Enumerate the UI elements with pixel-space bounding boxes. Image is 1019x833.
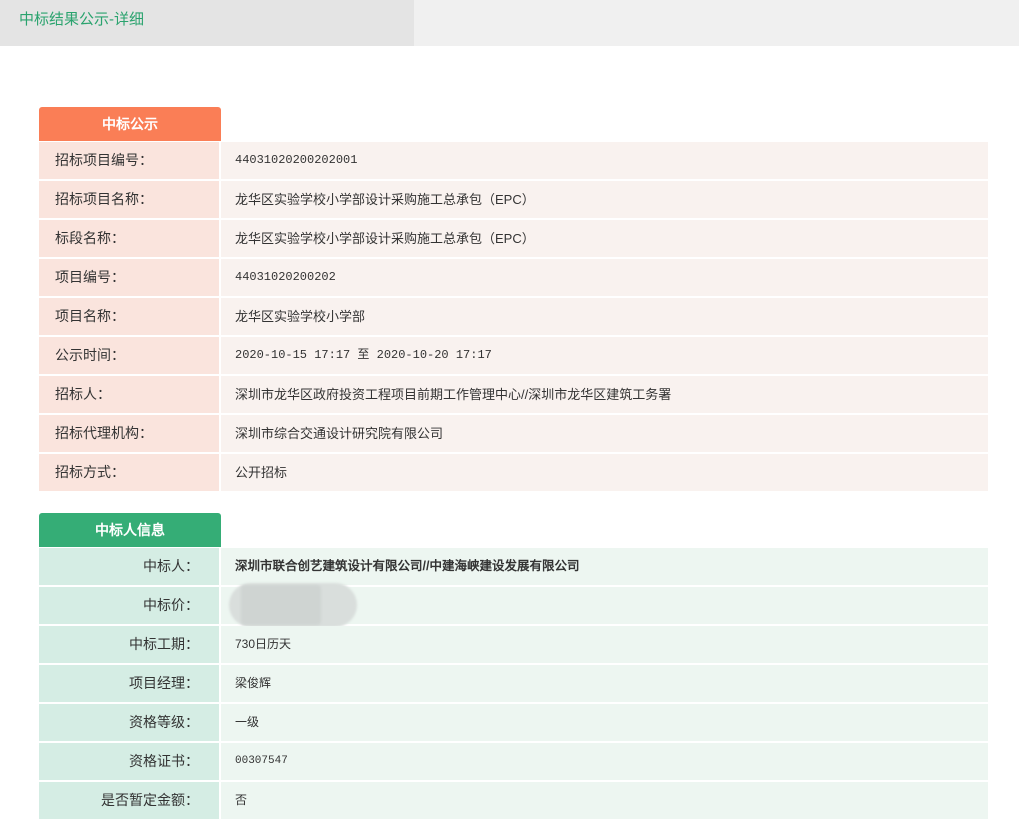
field-label: 资格证书： — [39, 743, 219, 780]
table-row: 中标价： — [39, 583, 988, 627]
field-value: 44031020200202001 — [221, 142, 988, 179]
field-label: 招标代理机构： — [39, 415, 219, 452]
table-row: 招标代理机构： 深圳市综合交通设计研究院有限公司 — [39, 415, 988, 452]
field-value: 00307547 — [221, 743, 988, 780]
field-value: 一级 — [221, 704, 988, 741]
field-label: 招标项目名称： — [39, 181, 219, 218]
section-header-winner-info: 中标人信息 — [39, 513, 221, 547]
redaction-blur — [241, 585, 321, 625]
section-header-award-notice: 中标公示 — [39, 107, 221, 141]
field-value: 深圳市联合创艺建筑设计有限公司//中建海峡建设发展有限公司 — [221, 548, 988, 585]
tab-detail[interactable]: 中标结果公示-详细 — [0, 0, 414, 46]
field-label: 资格等级： — [39, 704, 219, 741]
field-label: 招标人： — [39, 376, 219, 413]
table-row: 招标方式： 公开招标 — [39, 454, 988, 491]
page-title: 中标结果公示-详细 — [19, 11, 144, 28]
field-label: 项目编号： — [39, 259, 219, 296]
table-row: 项目名称： 龙华区实验学校小学部 — [39, 298, 988, 335]
field-value: 44031020200202 — [221, 259, 988, 296]
table-row: 是否暂定金额： 否 — [39, 782, 988, 819]
table-row: 项目经理： 梁俊辉 — [39, 665, 988, 702]
table-row: 中标人： 深圳市联合创艺建筑设计有限公司//中建海峡建设发展有限公司 — [39, 548, 988, 585]
table-row: 中标工期： 730日历天 — [39, 626, 988, 663]
field-value: 深圳市综合交通设计研究院有限公司 — [221, 415, 988, 452]
field-label: 是否暂定金额： — [39, 782, 219, 819]
table-row: 招标人： 深圳市龙华区政府投资工程项目前期工作管理中心//深圳市龙华区建筑工务署 — [39, 376, 988, 413]
field-value: 梁俊辉 — [221, 665, 988, 702]
field-value: 龙华区实验学校小学部设计采购施工总承包（EPC） — [221, 220, 988, 257]
field-value: 龙华区实验学校小学部 — [221, 298, 988, 335]
table-row: 公示时间： 2020-10-15 17:17 至 2020-10-20 17:1… — [39, 337, 988, 374]
field-label: 招标方式： — [39, 454, 219, 491]
table-row: 标段名称： 龙华区实验学校小学部设计采购施工总承包（EPC） — [39, 220, 988, 257]
field-label: 项目经理： — [39, 665, 219, 702]
table-row: 招标项目编号： 44031020200202001 — [39, 142, 988, 179]
table-row: 资格等级： 一级 — [39, 704, 988, 741]
field-value: 否 — [221, 782, 988, 819]
field-label: 项目名称： — [39, 298, 219, 335]
field-value: 龙华区实验学校小学部设计采购施工总承包（EPC） — [221, 181, 988, 218]
field-label: 标段名称： — [39, 220, 219, 257]
field-value: 深圳市龙华区政府投资工程项目前期工作管理中心//深圳市龙华区建筑工务署 — [221, 376, 988, 413]
field-label: 公示时间： — [39, 337, 219, 374]
field-value: 公开招标 — [221, 454, 988, 491]
award-notice-table: 招标项目编号： 44031020200202001 招标项目名称： 龙华区实验学… — [39, 142, 988, 493]
top-bar: 中标结果公示-详细 — [0, 0, 1019, 46]
field-label: 中标人： — [39, 548, 219, 585]
field-value-redacted — [221, 583, 988, 627]
field-label: 招标项目编号： — [39, 142, 219, 179]
table-row: 资格证书： 00307547 — [39, 743, 988, 780]
field-value: 2020-10-15 17:17 至 2020-10-20 17:17 — [221, 337, 988, 374]
field-value: 730日历天 — [221, 626, 988, 663]
winner-info-table: 中标人： 深圳市联合创艺建筑设计有限公司//中建海峡建设发展有限公司 中标价： … — [39, 548, 988, 821]
field-label: 中标价： — [39, 587, 219, 624]
table-row: 招标项目名称： 龙华区实验学校小学部设计采购施工总承包（EPC） — [39, 181, 988, 218]
field-label: 中标工期： — [39, 626, 219, 663]
table-row: 项目编号： 44031020200202 — [39, 259, 988, 296]
